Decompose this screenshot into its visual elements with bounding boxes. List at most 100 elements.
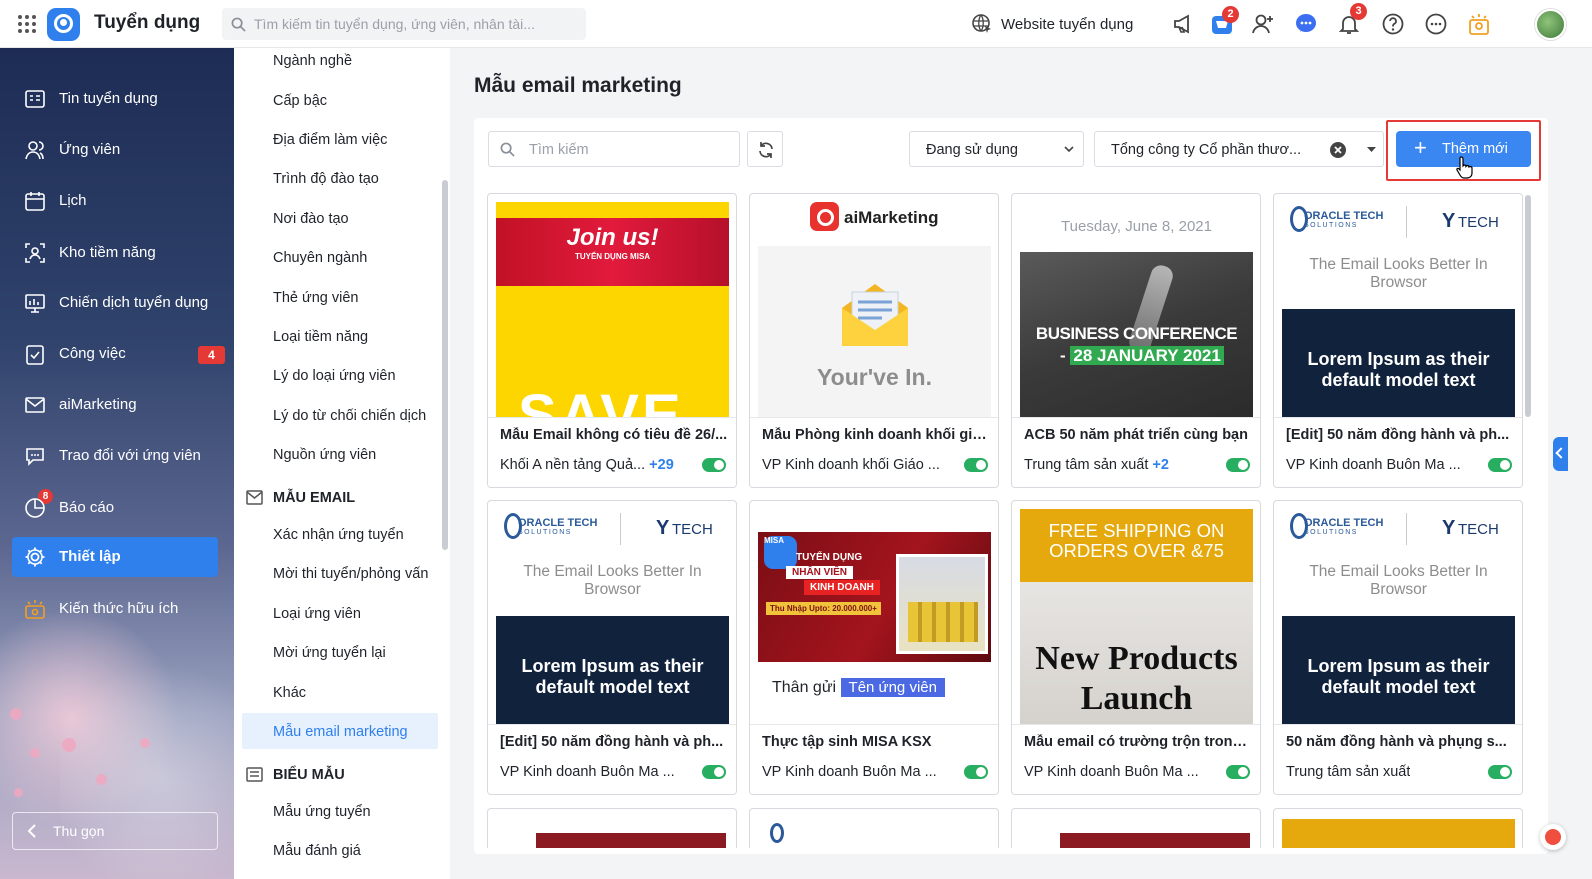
sidebar-item-knowledge[interactable]: Kiến thức hữu ích — [12, 589, 218, 629]
template-card[interactable]: aiMarketing Your've In. Mẫu Phòng kinh d… — [749, 193, 999, 488]
card-active-toggle[interactable] — [1488, 765, 1512, 779]
side-panel-toggle[interactable] — [1553, 437, 1568, 471]
settings-menu-scrollbar[interactable] — [442, 180, 448, 550]
template-card[interactable]: FREE SHIPPING ON ORDERS OVER &75 New Pro… — [1011, 500, 1261, 795]
refresh-button[interactable] — [747, 131, 783, 167]
settings-item-other[interactable]: Khác — [273, 685, 306, 701]
template-thumbnail[interactable]: ORACLE TECH SOLUTIONS Y TECH The Email Loo… — [1282, 202, 1515, 417]
global-search-placeholder: Tìm kiếm tin tuyển dụng, ứng viên, nhân … — [254, 16, 535, 32]
settings-item-candidate-tag[interactable]: Thẻ ứng viên — [273, 290, 358, 306]
settings-item-candidate-source[interactable]: Nguồn ứng viên — [273, 447, 376, 463]
card-active-toggle[interactable] — [964, 458, 988, 472]
card-unit-text: VP Kinh doanh Buôn Ma ... — [500, 764, 675, 780]
website-link[interactable]: Website tuyển dụng — [971, 13, 1133, 35]
template-card[interactable]: Tuesday, June 8, 2021 BUSINESS CONFERENC… — [1011, 193, 1261, 488]
sidebar-item-chat[interactable]: Trao đổi với ứng viên — [12, 436, 218, 476]
template-card[interactable]: ORACLE TECH SOLUTIONS Y TECH The Email Loo… — [1273, 500, 1523, 795]
megaphone-icon[interactable] — [1172, 12, 1196, 36]
sidebar-item-tasks[interactable]: Công việc 4 — [12, 334, 225, 374]
sidebar-item-campaigns[interactable]: Chiến dịch tuyển dụng — [12, 283, 218, 323]
user-avatar[interactable] — [1535, 9, 1566, 40]
knowledge-icon — [25, 600, 45, 619]
settings-item-reject-reason[interactable]: Lý do loại ứng viên — [273, 368, 396, 384]
global-search-input[interactable]: Tìm kiếm tin tuyển dụng, ứng viên, nhân … — [222, 8, 586, 40]
talent-pool-icon — [25, 243, 45, 263]
template-thumbnail[interactable]: ORACLE TECH SOLUTIONS Y TECH The Email Loo… — [1282, 509, 1515, 724]
more-icon[interactable] — [1424, 12, 1448, 36]
settings-item-reinvite[interactable]: Mời ứng tuyển lại — [273, 645, 386, 661]
settings-item-evaluation-form[interactable]: Mẫu đánh giá — [273, 843, 361, 859]
sidebar-item-calendar[interactable]: Lịch — [12, 181, 218, 221]
template-card[interactable]: Join us! TUYỂN DỤNG MISA SAVE Mẫu Email … — [487, 193, 737, 488]
card-active-toggle[interactable] — [964, 765, 988, 779]
add-user-icon[interactable] — [1251, 12, 1275, 36]
template-thumbnail[interactable]: Join us! TUYỂN DỤNG MISA SAVE — [496, 202, 729, 417]
collapse-sidebar-button[interactable]: Thu gọn — [12, 812, 218, 850]
content-scrollbar[interactable] — [1525, 195, 1531, 417]
page-title: Mẫu email marketing — [474, 74, 682, 97]
template-thumbnail[interactable]: Tuesday, June 8, 2021 BUSINESS CONFERENC… — [1020, 202, 1253, 417]
globe-icon — [972, 14, 991, 33]
template-thumbnail[interactable]: ORACLE TECH SOLUTIONS Y TECH The Email Loo… — [496, 509, 729, 724]
knowledge-icon[interactable] — [1467, 12, 1491, 36]
card-active-toggle[interactable] — [1226, 458, 1250, 472]
card-active-toggle[interactable] — [1226, 765, 1250, 779]
card-active-toggle[interactable] — [1488, 458, 1512, 472]
settings-item-confirm-apply[interactable]: Xác nhận ứng tuyển — [273, 527, 404, 543]
template-card-partial[interactable] — [749, 808, 999, 848]
oracle-logo-name: ORACLE TECH — [1304, 210, 1384, 222]
settings-item-education-level[interactable]: Trình độ đào tạo — [273, 171, 379, 187]
sidebar-item-reports[interactable]: Báo cáo — [12, 488, 218, 528]
thumb-biz-title: BUSINESS CONFERENCE — [1035, 324, 1238, 343]
card-unit-extra[interactable]: +2 — [1152, 457, 1169, 473]
aimarketing-logo-icon — [810, 202, 839, 231]
settings-item-reject-candidate[interactable]: Loại ứng viên — [273, 606, 361, 622]
template-card-partial[interactable] — [1273, 808, 1523, 848]
app-logo[interactable] — [47, 8, 80, 41]
template-thumbnail[interactable]: FREE SHIPPING ON ORDERS OVER &75 New Pro… — [1020, 509, 1253, 724]
card-info: Mẫu Email không có tiêu đề 26/... Khối A… — [488, 417, 736, 487]
template-card[interactable]: ORACLE TECH SOLUTIONS Y TECH The Email Loo… — [1273, 193, 1523, 488]
messenger-icon[interactable] — [1294, 12, 1318, 36]
settings-item-potential-type[interactable]: Loại tiềm năng — [273, 329, 368, 345]
sidebar-item-label: Kho tiềm năng — [59, 244, 156, 261]
ytech-logo-mark: Y — [656, 517, 670, 539]
oracle-tech-logo: ORACLE TECH SOLUTIONS — [504, 513, 604, 543]
settings-item-email-marketing[interactable]: Mẫu email marketing — [273, 724, 408, 740]
sidebar-item-aimarketing[interactable]: aiMarketing — [12, 385, 218, 425]
settings-item-level[interactable]: Cấp bậc — [273, 93, 327, 109]
template-search-input[interactable]: Tìm kiếm — [488, 131, 740, 167]
template-card[interactable]: ORACLE TECH SOLUTIONS Y TECH The Email Loo… — [487, 500, 737, 795]
search-icon — [500, 142, 515, 157]
company-filter-select[interactable]: Tổng công ty Cổ phần thươ... — [1094, 131, 1384, 167]
partial-thumb — [1060, 833, 1250, 848]
settings-item-apply-form[interactable]: Mẫu ứng tuyển — [273, 804, 371, 820]
template-thumbnail[interactable]: MISA TUYỂN DỤNG NHÂN VIÊN KINH DOANH Thu… — [758, 509, 991, 724]
clear-icon[interactable] — [1329, 141, 1347, 159]
sidebar-item-candidates[interactable]: Ứng viên — [12, 130, 218, 170]
help-icon[interactable] — [1381, 12, 1405, 36]
settings-item-school[interactable]: Nơi đào tạo — [273, 211, 349, 227]
template-card-partial[interactable] — [1011, 808, 1261, 848]
card-active-toggle[interactable] — [702, 765, 726, 779]
settings-item-location[interactable]: Địa điểm làm việc — [273, 132, 387, 148]
sidebar-item-settings[interactable]: Thiết lập — [12, 537, 218, 577]
settings-item-campaign-reject-reason[interactable]: Lý do từ chối chiến dịch — [273, 408, 426, 424]
ytech-logo-mark: Y — [1442, 210, 1456, 232]
settings-item-industry[interactable]: Ngành nghề — [273, 53, 352, 69]
template-thumbnail[interactable]: aiMarketing Your've In. — [758, 202, 991, 417]
card-info: Thực tập sinh MISA KSX VP Kinh doanh Buô… — [750, 724, 998, 794]
sidebar-item-job-posts[interactable]: Tin tuyển dụng — [12, 79, 218, 119]
thumb-lorem-text: Lorem Ipsum as their default model text — [1282, 616, 1515, 724]
settings-item-major[interactable]: Chuyên ngành — [273, 250, 367, 266]
app-grid-icon[interactable] — [17, 14, 37, 34]
template-card[interactable]: MISA TUYỂN DỤNG NHÂN VIÊN KINH DOANH Thu… — [749, 500, 999, 795]
status-filter-select[interactable]: Đang sử dụng — [909, 131, 1084, 167]
card-unit-extra[interactable]: +29 — [649, 457, 674, 473]
settings-item-invite-interview[interactable]: Mời thi tuyển/phỏng vấn — [273, 566, 428, 582]
template-card-partial[interactable] — [487, 808, 737, 848]
card-active-toggle[interactable] — [702, 458, 726, 472]
sidebar-item-talent-pool[interactable]: Kho tiềm năng — [12, 233, 218, 273]
assistant-float-button[interactable] — [1540, 824, 1566, 850]
thumb-save-text: SAVE — [518, 383, 684, 417]
